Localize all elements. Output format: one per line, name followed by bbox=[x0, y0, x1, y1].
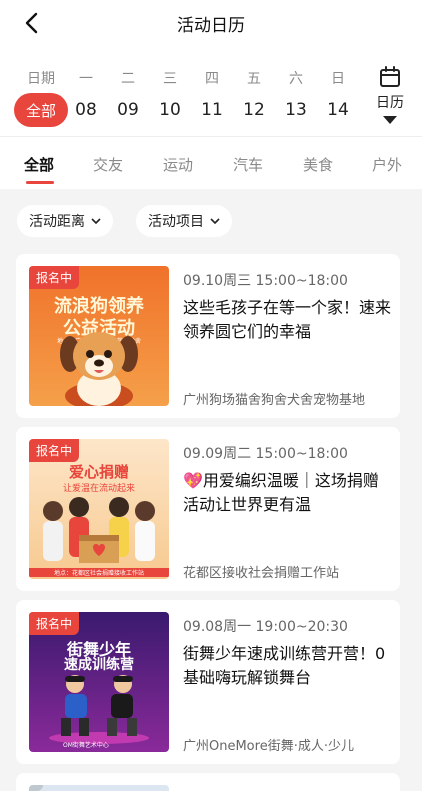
category-tabs: 全部 交友 运动 汽车 美食 户外 bbox=[0, 137, 422, 189]
poster-subtitle: 让爱温在流动起来 bbox=[62, 484, 135, 494]
weekday-label: 日期 bbox=[27, 71, 55, 87]
status-badge: 报名中 bbox=[29, 439, 80, 462]
distance-filter[interactable]: 活动距离 bbox=[17, 205, 113, 237]
status-badge: 报名中 bbox=[29, 612, 80, 635]
calendar-icon bbox=[380, 66, 400, 87]
event-location: 广州狗场猫舍狗舍犬舍宠物基地 bbox=[183, 393, 366, 408]
event-time: 09.10周三 15:00~18:00 bbox=[183, 273, 348, 289]
chevron-down-icon bbox=[210, 218, 220, 224]
date-selector: 日期 一 二 三 四 五 六 日 全部 08 09 10 11 12 13 14… bbox=[0, 46, 422, 136]
poster-title: 爱心捐赠 bbox=[68, 463, 129, 481]
event-card[interactable]: 报名中 爱心捐赠 让爱温在流动起来 地点：花都区社会捐赠接收工作站 09.09周… bbox=[16, 427, 400, 591]
dancers-illustration bbox=[49, 675, 149, 744]
event-time: 09.09周二 15:00~18:00 bbox=[183, 446, 348, 462]
date-10[interactable]: 10 bbox=[150, 100, 190, 120]
status-badge bbox=[29, 785, 43, 791]
event-title: 这些毛孩子在等一个家！速来领养圆它们的幸福 bbox=[183, 298, 392, 341]
tab-active-indicator bbox=[26, 181, 54, 184]
poster-subtitle: 速成训练营 bbox=[64, 657, 134, 673]
weekday-thu: 四 bbox=[205, 71, 219, 87]
weekday-sun: 日 bbox=[331, 71, 345, 87]
date-12[interactable]: 12 bbox=[234, 100, 274, 120]
tab-cars[interactable]: 汽车 bbox=[233, 154, 263, 175]
event-time: 09.08周一 19:00~20:30 bbox=[183, 619, 348, 635]
poster-caption: OM街舞艺术中心 bbox=[63, 742, 109, 749]
weekday-wed: 三 bbox=[163, 71, 177, 87]
date-11[interactable]: 11 bbox=[192, 100, 232, 120]
nav-bar: 活动日历 bbox=[0, 0, 422, 46]
weekday-sat: 六 bbox=[289, 71, 303, 87]
event-poster: 报名中 流浪狗领养 公益活动 地点：广州番禺区爱心救助犬舍 bbox=[29, 266, 169, 406]
event-poster: 报名中 爱心捐赠 让爱温在流动起来 地点：花都区社会捐赠接收工作站 bbox=[29, 439, 169, 579]
calendar-button-label: 日历 bbox=[376, 95, 404, 111]
date-08[interactable]: 08 bbox=[66, 100, 106, 120]
chevron-down-icon bbox=[91, 218, 101, 224]
filter-bar: 活动距离 活动项目 bbox=[0, 189, 422, 249]
caret-down-icon bbox=[383, 116, 397, 124]
weekday-mon: 一 bbox=[79, 71, 93, 87]
date-13[interactable]: 13 bbox=[276, 100, 316, 120]
status-badge: 报名中 bbox=[29, 266, 80, 289]
event-card[interactable] bbox=[16, 773, 400, 791]
event-location: 花都区接收社会捐赠工作站 bbox=[183, 566, 340, 581]
tab-friends[interactable]: 交友 bbox=[93, 154, 123, 175]
calendar-button[interactable]: 日历 bbox=[364, 66, 416, 132]
top-area: 活动日历 日期 一 二 三 四 五 六 日 全部 08 09 10 11 12 … bbox=[0, 0, 422, 136]
event-location: 广州OneMore街舞·成人·少儿 bbox=[183, 739, 354, 754]
event-card[interactable]: 报名中 街舞少年 速成训练营 OM街舞艺术中心 09.08周一 19:00~20… bbox=[16, 600, 400, 764]
project-filter[interactable]: 活动项目 bbox=[136, 205, 232, 237]
page-title: 活动日历 bbox=[177, 15, 245, 36]
weekday-tue: 二 bbox=[121, 71, 135, 87]
distance-filter-label: 活动距离 bbox=[29, 214, 85, 230]
event-title: 街舞少年速成训练营开营！0基础嗨玩解锁舞台 bbox=[183, 644, 386, 687]
donation-illustration bbox=[43, 497, 155, 563]
tab-all[interactable]: 全部 bbox=[24, 154, 54, 175]
project-filter-label: 活动项目 bbox=[148, 214, 204, 230]
weekday-fri: 五 bbox=[247, 71, 261, 87]
tab-outdoor[interactable]: 户外 bbox=[372, 154, 402, 175]
date-14[interactable]: 14 bbox=[318, 100, 358, 120]
event-title: 💖用爱编织温暖｜这场捐赠活动让世界更有温 bbox=[183, 471, 379, 514]
event-card[interactable]: 报名中 流浪狗领养 公益活动 地点：广州番禺区爱心救助犬舍 09.10周三 15… bbox=[16, 254, 400, 418]
date-all-button[interactable]: 全部 bbox=[14, 93, 68, 127]
tab-food[interactable]: 美食 bbox=[303, 154, 333, 175]
event-poster bbox=[29, 785, 169, 791]
date-09[interactable]: 09 bbox=[108, 100, 148, 120]
dog-illustration bbox=[60, 332, 138, 406]
event-poster: 报名中 街舞少年 速成训练营 OM街舞艺术中心 bbox=[29, 612, 169, 752]
back-arrow-icon[interactable] bbox=[22, 12, 44, 34]
tab-sports[interactable]: 运动 bbox=[163, 154, 193, 175]
poster-caption: 地点：花都区社会捐赠接收工作站 bbox=[29, 568, 169, 577]
